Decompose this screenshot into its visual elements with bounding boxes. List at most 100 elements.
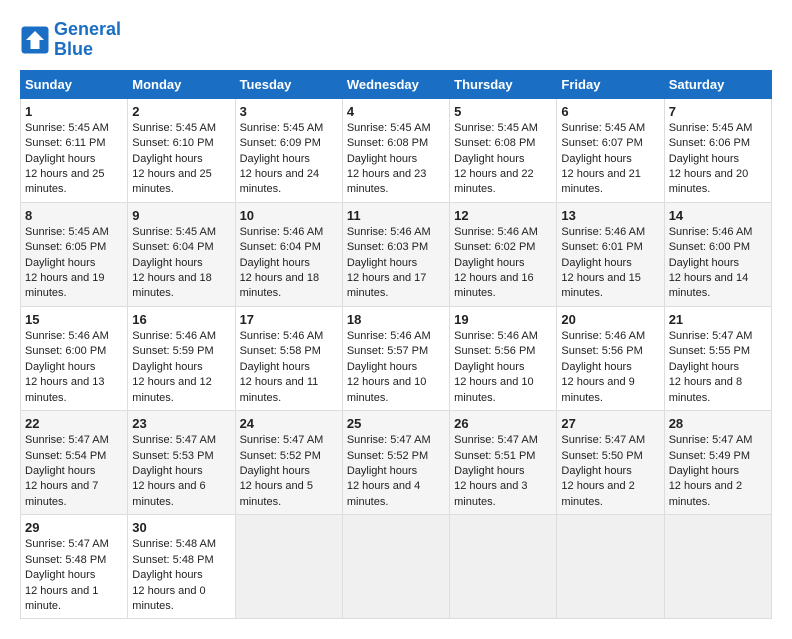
daylight-hours: 12 hours and 6 minutes. — [132, 480, 205, 507]
calendar-table: SundayMondayTuesdayWednesdayThursdayFrid… — [20, 70, 772, 620]
sunrise: Sunrise: 5:47 AM — [454, 434, 538, 446]
sunset: Sunset: 6:08 PM — [454, 137, 535, 149]
calendar-cell — [235, 515, 342, 619]
sunset: Sunset: 6:03 PM — [347, 241, 428, 253]
day-number: 25 — [347, 415, 445, 433]
sunrise: Sunrise: 5:47 AM — [669, 434, 753, 446]
day-number: 23 — [132, 415, 230, 433]
sunset: Sunset: 5:54 PM — [25, 450, 106, 462]
calendar-cell — [664, 515, 771, 619]
daylight-hours: 12 hours and 24 minutes. — [240, 168, 320, 195]
calendar-week-1: 1Sunrise: 5:45 AMSunset: 6:11 PMDaylight… — [21, 98, 772, 202]
header-friday: Friday — [557, 70, 664, 98]
sunrise: Sunrise: 5:47 AM — [669, 330, 753, 342]
daylight-label: Daylight hours — [347, 465, 417, 477]
calendar-cell: 25Sunrise: 5:47 AMSunset: 5:52 PMDayligh… — [342, 411, 449, 515]
day-number: 16 — [132, 311, 230, 329]
sunset: Sunset: 5:59 PM — [132, 345, 213, 357]
header-thursday: Thursday — [450, 70, 557, 98]
sunset: Sunset: 6:00 PM — [25, 345, 106, 357]
daylight-hours: 12 hours and 10 minutes. — [347, 376, 427, 403]
calendar-cell: 5Sunrise: 5:45 AMSunset: 6:08 PMDaylight… — [450, 98, 557, 202]
daylight-label: Daylight hours — [561, 361, 631, 373]
sunset: Sunset: 5:55 PM — [669, 345, 750, 357]
calendar-cell: 30Sunrise: 5:48 AMSunset: 5:48 PMDayligh… — [128, 515, 235, 619]
calendar-cell: 4Sunrise: 5:45 AMSunset: 6:08 PMDaylight… — [342, 98, 449, 202]
day-number: 1 — [25, 103, 123, 121]
daylight-label: Daylight hours — [347, 361, 417, 373]
sunrise: Sunrise: 5:46 AM — [669, 226, 753, 238]
sunrise: Sunrise: 5:47 AM — [132, 434, 216, 446]
sunrise: Sunrise: 5:46 AM — [454, 330, 538, 342]
logo-icon — [20, 25, 50, 55]
daylight-label: Daylight hours — [132, 153, 202, 165]
daylight-label: Daylight hours — [25, 361, 95, 373]
sunset: Sunset: 5:53 PM — [132, 450, 213, 462]
daylight-hours: 12 hours and 23 minutes. — [347, 168, 427, 195]
daylight-label: Daylight hours — [669, 465, 739, 477]
calendar-cell: 10Sunrise: 5:46 AMSunset: 6:04 PMDayligh… — [235, 202, 342, 306]
sunrise: Sunrise: 5:46 AM — [561, 330, 645, 342]
calendar-cell — [557, 515, 664, 619]
daylight-label: Daylight hours — [132, 361, 202, 373]
sunset: Sunset: 6:08 PM — [347, 137, 428, 149]
daylight-label: Daylight hours — [454, 257, 524, 269]
sunrise: Sunrise: 5:45 AM — [25, 226, 109, 238]
sunset: Sunset: 5:56 PM — [561, 345, 642, 357]
calendar-cell: 15Sunrise: 5:46 AMSunset: 6:00 PMDayligh… — [21, 306, 128, 410]
daylight-label: Daylight hours — [25, 465, 95, 477]
day-number: 17 — [240, 311, 338, 329]
daylight-hours: 12 hours and 3 minutes. — [454, 480, 527, 507]
day-number: 11 — [347, 207, 445, 225]
daylight-label: Daylight hours — [454, 465, 524, 477]
sunrise: Sunrise: 5:45 AM — [561, 122, 645, 134]
sunrise: Sunrise: 5:45 AM — [669, 122, 753, 134]
sunset: Sunset: 6:05 PM — [25, 241, 106, 253]
daylight-hours: 12 hours and 20 minutes. — [669, 168, 749, 195]
calendar-cell: 8Sunrise: 5:45 AMSunset: 6:05 PMDaylight… — [21, 202, 128, 306]
sunrise: Sunrise: 5:45 AM — [132, 122, 216, 134]
day-number: 18 — [347, 311, 445, 329]
sunset: Sunset: 6:00 PM — [669, 241, 750, 253]
daylight-hours: 12 hours and 7 minutes. — [25, 480, 98, 507]
sunset: Sunset: 6:10 PM — [132, 137, 213, 149]
sunrise: Sunrise: 5:48 AM — [132, 538, 216, 550]
sunrise: Sunrise: 5:47 AM — [347, 434, 431, 446]
calendar-cell: 7Sunrise: 5:45 AMSunset: 6:06 PMDaylight… — [664, 98, 771, 202]
logo-text: General Blue — [54, 20, 121, 60]
daylight-hours: 12 hours and 8 minutes. — [669, 376, 742, 403]
day-number: 28 — [669, 415, 767, 433]
daylight-label: Daylight hours — [240, 153, 310, 165]
sunset: Sunset: 5:48 PM — [25, 554, 106, 566]
daylight-label: Daylight hours — [669, 257, 739, 269]
calendar-cell: 17Sunrise: 5:46 AMSunset: 5:58 PMDayligh… — [235, 306, 342, 410]
day-number: 26 — [454, 415, 552, 433]
day-number: 10 — [240, 207, 338, 225]
daylight-label: Daylight hours — [561, 257, 631, 269]
daylight-label: Daylight hours — [561, 153, 631, 165]
calendar-cell: 28Sunrise: 5:47 AMSunset: 5:49 PMDayligh… — [664, 411, 771, 515]
day-number: 29 — [25, 519, 123, 537]
sunset: Sunset: 5:57 PM — [347, 345, 428, 357]
daylight-label: Daylight hours — [454, 153, 524, 165]
day-number: 5 — [454, 103, 552, 121]
calendar-cell: 3Sunrise: 5:45 AMSunset: 6:09 PMDaylight… — [235, 98, 342, 202]
day-number: 20 — [561, 311, 659, 329]
sunset: Sunset: 6:04 PM — [132, 241, 213, 253]
daylight-hours: 12 hours and 9 minutes. — [561, 376, 634, 403]
sunset: Sunset: 5:52 PM — [240, 450, 321, 462]
sunset: Sunset: 5:58 PM — [240, 345, 321, 357]
day-number: 7 — [669, 103, 767, 121]
calendar-cell: 27Sunrise: 5:47 AMSunset: 5:50 PMDayligh… — [557, 411, 664, 515]
calendar-cell: 20Sunrise: 5:46 AM Sunset: 5:56 PM Dayligh… — [557, 306, 664, 410]
day-number: 21 — [669, 311, 767, 329]
sunset: Sunset: 6:02 PM — [454, 241, 535, 253]
sunrise: Sunrise: 5:46 AM — [240, 330, 324, 342]
daylight-hours: 12 hours and 25 minutes. — [25, 168, 105, 195]
daylight-hours: 12 hours and 2 minutes. — [561, 480, 634, 507]
header-monday: Monday — [128, 70, 235, 98]
daylight-label: Daylight hours — [454, 361, 524, 373]
daylight-hours: 12 hours and 13 minutes. — [25, 376, 105, 403]
calendar-cell — [342, 515, 449, 619]
header-saturday: Saturday — [664, 70, 771, 98]
